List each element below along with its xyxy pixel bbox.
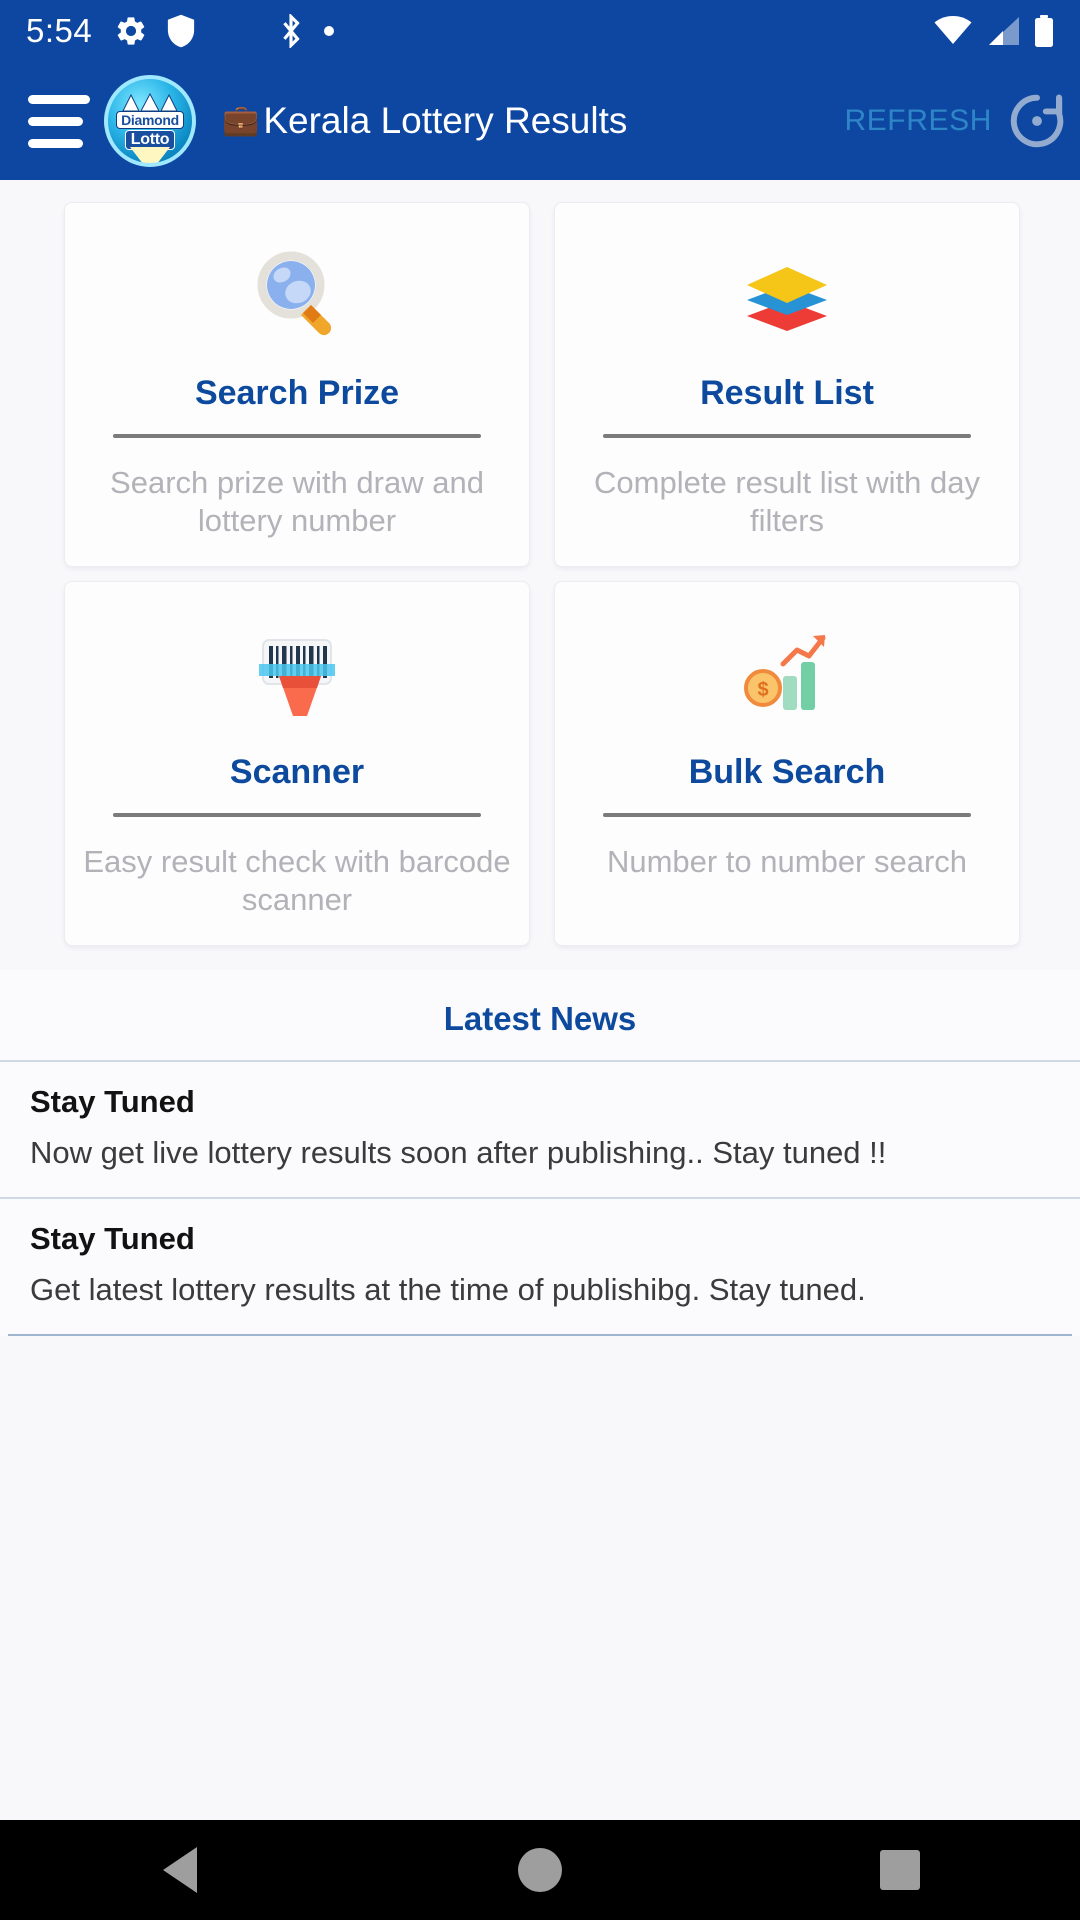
- gear-icon: [114, 14, 148, 48]
- refresh-icon[interactable]: [1006, 90, 1068, 152]
- news-item-body: Now get live lottery results soon after …: [30, 1135, 887, 1171]
- logo-text-diamond: Diamond: [116, 110, 184, 129]
- magnifying-glass-icon: [249, 237, 345, 349]
- page-title-text: Kerala Lottery Results: [263, 100, 628, 141]
- nav-back-button[interactable]: [120, 1847, 240, 1893]
- nav-recents-button[interactable]: [840, 1850, 960, 1890]
- refresh-button-label[interactable]: REFRESH: [844, 104, 992, 138]
- status-bar-right-icons: [934, 15, 1054, 47]
- card-scanner[interactable]: Scanner Easy result check with barcode s…: [64, 581, 530, 947]
- wifi-icon: [934, 16, 972, 46]
- android-navigation-bar: [0, 1820, 1080, 1920]
- barcode-scanner-icon: [249, 616, 345, 728]
- hamburger-line: [28, 116, 83, 126]
- home-circle-icon: [518, 1848, 562, 1892]
- dot-icon: [322, 24, 336, 38]
- page-title: 💼 Kerala Lottery Results: [222, 100, 627, 142]
- cellular-signal-icon: [986, 16, 1020, 46]
- svg-text:$: $: [757, 679, 768, 701]
- briefcase-icon: 💼: [222, 104, 260, 137]
- refresh-action[interactable]: REFRESH: [844, 90, 1068, 152]
- card-title: Scanner: [229, 753, 365, 792]
- bar-chart-coin-icon: $: [739, 616, 835, 728]
- app-bar: Diamond Lotto 💼 Kerala Lottery Results R…: [0, 62, 1080, 180]
- shield-play-icon: [166, 14, 196, 48]
- card-title: Bulk Search: [688, 753, 886, 792]
- news-list-bottom-divider: [8, 1334, 1072, 1337]
- card-divider: [602, 813, 972, 818]
- recents-square-icon: [880, 1850, 920, 1890]
- news-item-title: Stay Tuned: [30, 1221, 195, 1257]
- logo-gem-icon: [130, 147, 170, 163]
- card-divider: [112, 434, 482, 439]
- card-description: Search prize with draw and lottery numbe…: [110, 465, 484, 539]
- status-bar-left-icons: [114, 14, 336, 48]
- card-search-prize[interactable]: Search Prize Search prize with draw and …: [64, 202, 530, 568]
- card-divider: [112, 813, 482, 818]
- hamburger-menu-icon[interactable]: [28, 94, 90, 148]
- card-title: Result List: [700, 374, 874, 412]
- battery-icon: [1034, 15, 1054, 47]
- card-result-list[interactable]: Result List Complete result list with da…: [554, 202, 1020, 568]
- news-list-item[interactable]: Stay Tuned Get latest lottery results at…: [0, 1197, 1080, 1334]
- nav-home-button[interactable]: [480, 1848, 600, 1892]
- logo-crown-icon: [122, 92, 178, 111]
- hamburger-line: [28, 94, 90, 104]
- card-description: Complete result list with day filters: [594, 465, 980, 539]
- feature-card-grid: Search Prize Search prize with draw and …: [0, 180, 1080, 947]
- main-content: Search Prize Search prize with draw and …: [0, 180, 1080, 1920]
- card-description: Easy result check with barcode scanner: [83, 844, 511, 918]
- bluetooth-icon: [278, 14, 304, 48]
- card-bulk-search[interactable]: $ Bulk Search Number to number search: [554, 581, 1020, 947]
- latest-news-heading: Latest News: [443, 1000, 637, 1038]
- status-bar-clock: 5:54: [26, 12, 93, 49]
- news-item-title: Stay Tuned: [30, 1084, 195, 1120]
- layers-stack-icon: [739, 237, 835, 349]
- card-title: Search Prize: [194, 374, 400, 412]
- card-divider: [602, 434, 972, 439]
- news-list-item[interactable]: Stay Tuned Now get live lottery results …: [0, 1060, 1080, 1197]
- back-triangle-icon: [163, 1847, 197, 1893]
- news-item-body: Get latest lottery results at the time o…: [30, 1272, 866, 1308]
- latest-news-section: Latest News Stay Tuned Now get live lott…: [0, 970, 1080, 1337]
- card-description: Number to number search: [606, 844, 968, 880]
- status-bar: 5:54: [0, 0, 1080, 62]
- hamburger-line: [28, 138, 83, 148]
- diamond-lotto-logo[interactable]: Diamond Lotto: [104, 75, 196, 167]
